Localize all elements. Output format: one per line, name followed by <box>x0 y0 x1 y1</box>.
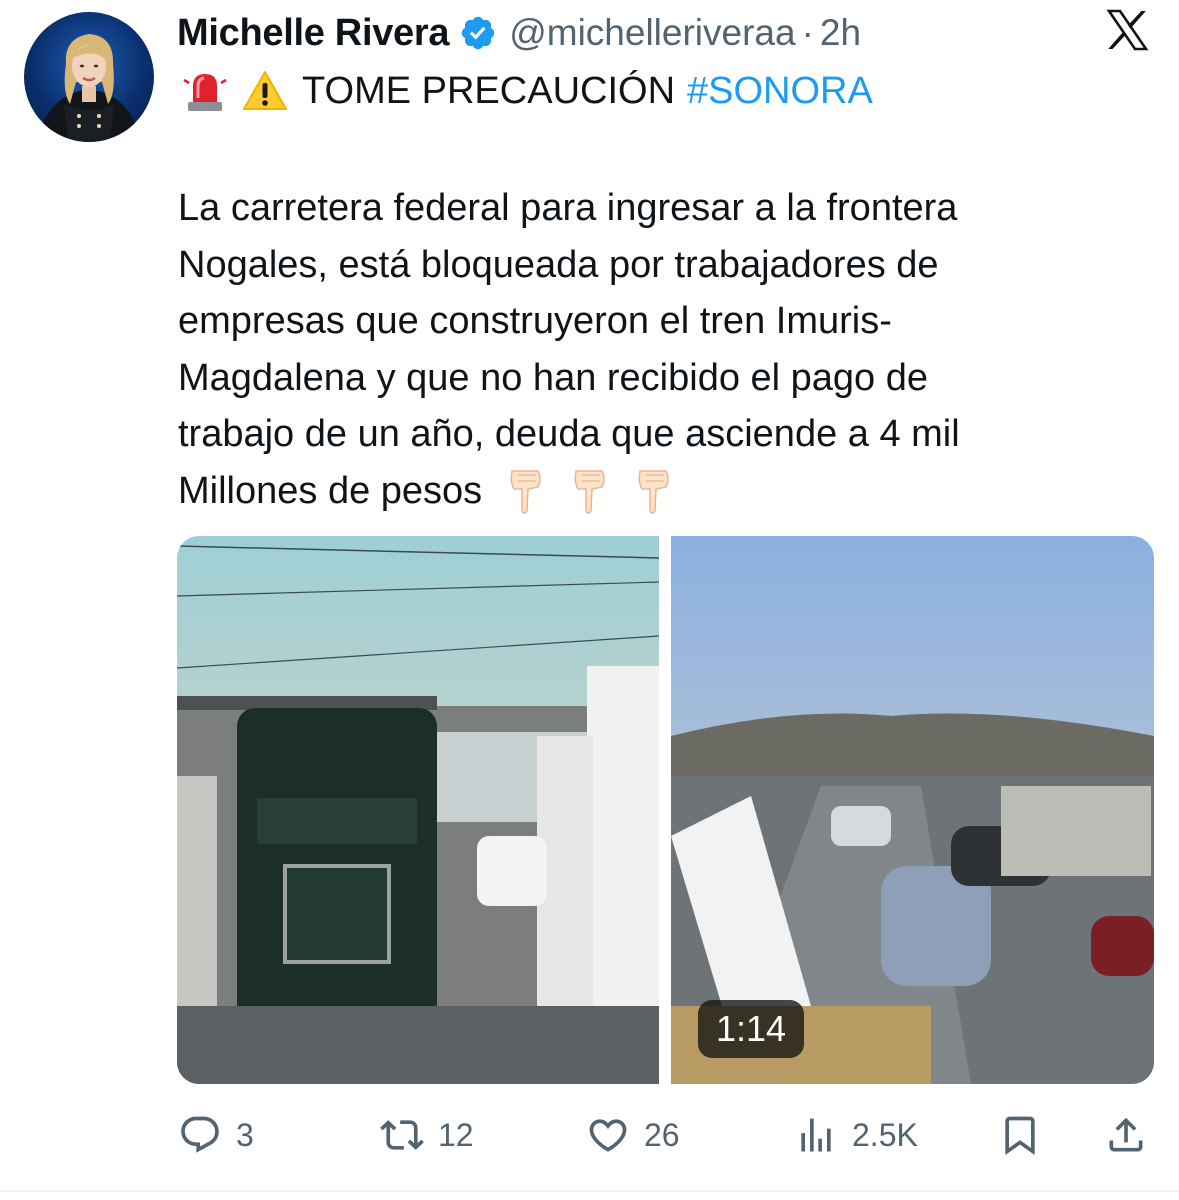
post-body: La carretera federal para ingresar a la … <box>178 180 1138 519</box>
verified-badge-icon[interactable] <box>459 14 497 52</box>
heart-icon <box>589 1119 627 1152</box>
repost-count: 12 <box>438 1116 474 1153</box>
like-count: 26 <box>644 1116 680 1153</box>
pointing-down-hand-icon <box>570 465 608 517</box>
repost-button[interactable]: 12 <box>380 1108 474 1162</box>
post-time[interactable]: 2h <box>820 12 861 54</box>
pointing-down-hand-icon <box>634 465 672 517</box>
pointing-down-hand-icon <box>506 465 544 517</box>
media-grid: 1:14 <box>177 536 1154 1084</box>
x-logo-icon[interactable] <box>1102 6 1152 54</box>
views-button[interactable]: 2.5K <box>794 1108 918 1162</box>
post-body-text: La carretera federal para ingresar a la … <box>178 187 960 512</box>
author-avatar[interactable] <box>24 12 154 142</box>
analytics-icon <box>801 1118 831 1152</box>
author-name[interactable]: Michelle Rivera <box>177 12 450 55</box>
headline-text: TOME PRECAUCIÓN <box>302 69 676 112</box>
video-thumbnail-highway[interactable]: 1:14 <box>671 536 1154 1084</box>
reply-count: 3 <box>236 1116 254 1153</box>
bookmark-icon <box>1005 1116 1035 1156</box>
bookmark-button[interactable] <box>998 1108 1042 1162</box>
reply-icon <box>181 1116 219 1153</box>
post-headline: TOME PRECAUCIÓN #SONORA <box>182 66 873 116</box>
police-light-icon <box>182 68 228 114</box>
hashtag-link[interactable]: #SONORA <box>687 70 873 113</box>
author-handle[interactable]: @michelleriveraa <box>509 12 795 54</box>
meta-separator: · <box>801 12 814 53</box>
views-count: 2.5K <box>852 1116 918 1153</box>
post-divider <box>0 1190 1179 1192</box>
video-duration-badge: 1:14 <box>698 1000 804 1058</box>
share-icon <box>1109 1117 1143 1152</box>
like-button[interactable]: 26 <box>586 1108 680 1162</box>
reply-button[interactable]: 3 <box>178 1108 254 1162</box>
author-row: Michelle Rivera @michelleriveraa · 2h <box>177 8 861 58</box>
trailing-emoji <box>506 465 672 517</box>
share-button[interactable] <box>1104 1108 1148 1162</box>
action-bar: 3 12 26 2.5K <box>0 1108 1179 1162</box>
video-thumbnail-trucks[interactable] <box>177 536 659 1084</box>
warning-icon <box>242 68 288 114</box>
repost-icon <box>380 1120 424 1150</box>
